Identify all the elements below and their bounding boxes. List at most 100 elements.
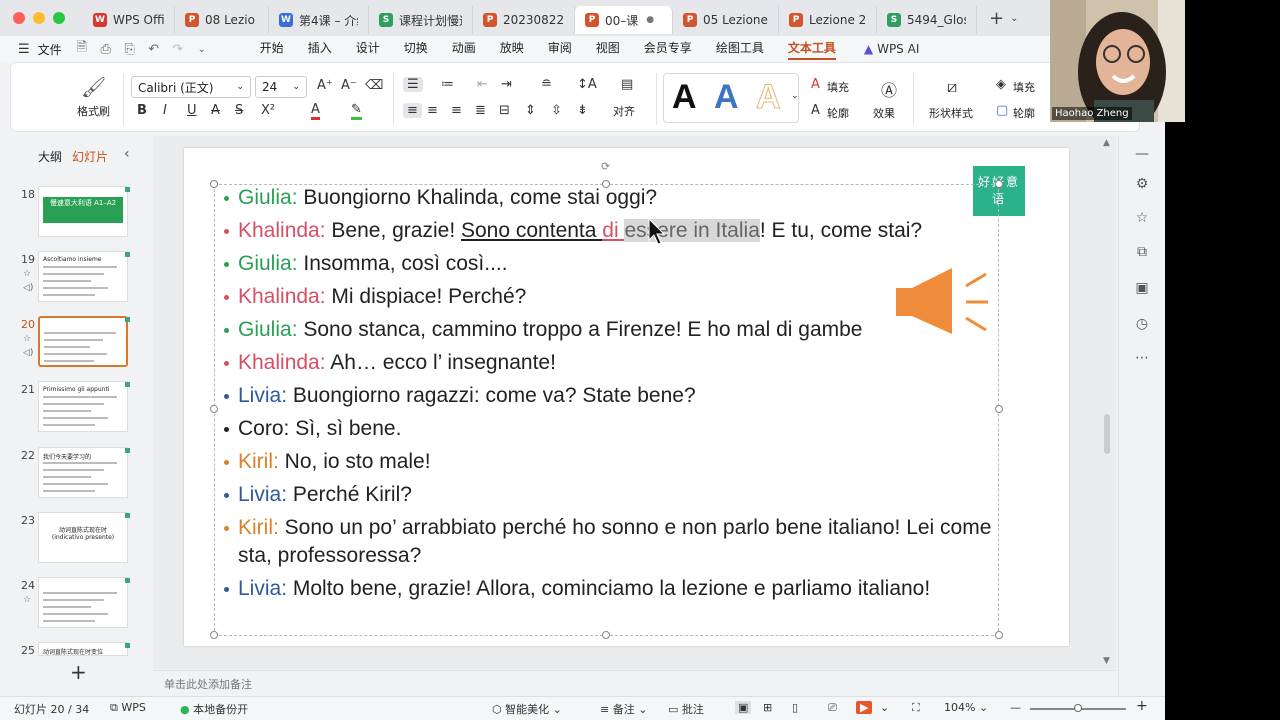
close-window-button[interactable] — [13, 12, 25, 24]
zoom-level[interactable]: 104% ⌄ — [944, 701, 988, 714]
dialogue-line[interactable]: Khalinda: Mi dispiace! Perché? — [222, 283, 992, 311]
document-tab[interactable]: W 第4课 – 介绍 — [269, 6, 369, 34]
slide-thumbnail[interactable]: 我们今天要学习的 — [38, 447, 128, 498]
ribbon-tab[interactable]: 切换 — [404, 39, 428, 60]
scroll-up-icon[interactable]: ▲ — [1103, 138, 1110, 148]
clear-format-icon[interactable]: ⌫ — [365, 78, 383, 93]
strikethrough-icon[interactable]: A — [211, 103, 220, 118]
line-spacing-icon[interactable]: ≘ — [541, 77, 552, 92]
resize-handle-r[interactable] — [995, 405, 1003, 413]
minimize-window-button[interactable] — [33, 12, 45, 24]
unsaved-dot-icon[interactable]: ● — [646, 15, 654, 25]
history-icon[interactable]: ◷ — [1132, 316, 1152, 332]
columns-icon[interactable]: ▤ — [621, 77, 633, 92]
hamburger-icon[interactable]: ☰ — [18, 42, 30, 57]
resize-handle-tl[interactable] — [210, 180, 218, 188]
numbered-list-icon[interactable]: ≔ — [441, 77, 454, 92]
notes-button[interactable]: ≡ 备注 ⌄ — [600, 701, 647, 717]
increase-indent-icon[interactable]: ⇥ — [501, 77, 512, 92]
quick-access-chevron-icon[interactable]: ⌄ — [194, 44, 210, 55]
save-icon[interactable]: 🗎 — [74, 38, 90, 60]
slide-thumbnail[interactable]: 动词直陈式现在时变位 — [38, 642, 128, 656]
decrease-indent-icon[interactable]: ⇤ — [477, 77, 488, 92]
justify-icon[interactable]: ≣ — [475, 103, 486, 118]
add-slide-button[interactable]: + — [70, 660, 87, 684]
shape-style-label[interactable]: 形状样式 — [929, 105, 973, 121]
comments-button[interactable]: ▭ 批注 — [668, 701, 704, 717]
dialogue-line[interactable]: Giulia: Insomma, così così.... — [222, 250, 992, 278]
redo-icon[interactable]: ↷ — [170, 42, 186, 57]
zoom-out-icon[interactable]: — — [1010, 701, 1021, 714]
ribbon-tab[interactable]: 放映 — [500, 39, 524, 60]
ribbon-tab[interactable]: 动画 — [452, 39, 476, 60]
scroll-down-icon[interactable]: ▼ — [1103, 656, 1110, 666]
document-tab[interactable]: P Lezione 2 — [779, 6, 877, 34]
collapse-panel-icon[interactable]: ‹ — [124, 146, 130, 162]
text-fill-icon[interactable]: A — [811, 77, 820, 92]
rotate-handle-icon[interactable]: ⟳ — [601, 160, 610, 173]
slide-thumbnail[interactable] — [38, 577, 128, 628]
resize-handle-tr[interactable] — [995, 180, 1003, 188]
bold-icon[interactable]: B — [137, 103, 147, 118]
shape-outline-icon[interactable]: ▢ — [996, 103, 1008, 118]
decrease-font-icon[interactable]: A⁻ — [341, 78, 357, 93]
format-painter-label[interactable]: 格式刷 — [77, 103, 110, 119]
resize-handle-br[interactable] — [995, 631, 1003, 639]
underline-icon[interactable]: U — [187, 103, 197, 118]
copy-icon[interactable]: ⧉ — [1132, 244, 1152, 260]
font-name-select[interactable]: Calibri (正文) ⌄ — [131, 76, 251, 98]
increase-font-icon[interactable]: A⁺ — [317, 78, 333, 93]
print-preview-icon[interactable]: ⎘ — [122, 42, 138, 57]
document-tab[interactable]: P 05 Lezione — [673, 6, 779, 34]
play-slideshow-icon[interactable]: ▶ — [856, 701, 873, 714]
align-right-icon[interactable]: ≡ — [451, 103, 462, 118]
document-tab[interactable]: P 00–课 ● — [575, 6, 673, 34]
line-spacing2-icon[interactable]: ⇳ — [551, 103, 562, 118]
align-label[interactable]: 对齐 — [613, 103, 635, 119]
ribbon-tab[interactable]: 绘图工具 — [716, 39, 764, 60]
ribbon-tab[interactable]: 插入 — [308, 39, 332, 60]
resize-handle-l[interactable] — [210, 405, 218, 413]
wps-status[interactable]: ⧉ WPS — [110, 701, 146, 715]
style-preset-outline[interactable]: A — [756, 78, 782, 117]
ribbon-tab[interactable]: 视图 — [596, 39, 620, 60]
text-effect-label[interactable]: 效果 — [873, 105, 895, 121]
star-icon[interactable]: ☆ — [23, 595, 31, 605]
text-direction-icon[interactable]: ↕A — [577, 77, 597, 92]
slide-thumbnail[interactable]: 动词直陈式现在时 (indicativo presente) — [38, 512, 128, 563]
dialogue-line[interactable]: Khalinda: Bene, grazie! Sono contenta di… — [222, 217, 992, 245]
wps-ai-button[interactable]: ▲ WPS AI — [864, 42, 920, 56]
shape-fill-label[interactable]: 填充 — [1013, 79, 1035, 95]
tab-list-chevron-icon[interactable]: ⌄ — [1010, 13, 1018, 24]
format-painter-icon[interactable]: 🖌 — [81, 75, 106, 99]
tab-slides[interactable]: 幻灯片 — [72, 148, 108, 165]
ribbon-tab[interactable]: 开始 — [260, 39, 284, 60]
star-icon[interactable]: ☆ — [1132, 210, 1152, 226]
ribbon-tab[interactable]: 会员专享 — [644, 39, 692, 60]
style-preset-blue[interactable]: A — [714, 78, 739, 117]
dialogue-text[interactable]: Giulia: Buongiorno Khalinda, come stai o… — [222, 184, 992, 608]
reading-view-icon[interactable]: ▯ — [792, 701, 798, 714]
fit-window-icon[interactable]: ⛶ — [912, 701, 920, 715]
slide-thumbnail[interactable]: Ascoltiamo insieme — [38, 251, 128, 302]
ribbon-tab[interactable]: 审阅 — [548, 39, 572, 60]
menu-file[interactable]: 文件 — [38, 41, 62, 58]
dialogue-line[interactable]: Livia: Perché Kiril? — [222, 481, 992, 509]
text-outline-label[interactable]: 轮廓 — [827, 105, 849, 121]
superscript-icon[interactable]: X² — [261, 103, 275, 118]
sorter-view-icon[interactable]: ⊞ — [763, 701, 772, 714]
beautify-button[interactable]: ⬡ 智能美化 ⌄ — [492, 701, 562, 717]
align-left-icon[interactable]: ≡ — [403, 103, 422, 118]
document-tab[interactable]: P 08 Lezio — [175, 6, 269, 34]
bullet-list-icon[interactable]: ☰ — [403, 77, 423, 92]
maximize-window-button[interactable] — [53, 12, 65, 24]
paragraph-spacing-icon[interactable]: ⇕ — [525, 103, 536, 118]
normal-view-icon[interactable]: ▣ — [735, 701, 752, 714]
style-preset-black[interactable]: A — [672, 78, 697, 117]
resize-handle-b[interactable] — [602, 631, 610, 639]
star-icon[interactable]: ☆ — [23, 269, 31, 279]
slide-thumbnail[interactable] — [38, 316, 128, 367]
new-tab-button[interactable]: + — [989, 8, 1004, 29]
shape-style-icon[interactable]: ⧄ — [947, 77, 957, 97]
text-align-icon[interactable]: ⇟ — [577, 103, 588, 118]
